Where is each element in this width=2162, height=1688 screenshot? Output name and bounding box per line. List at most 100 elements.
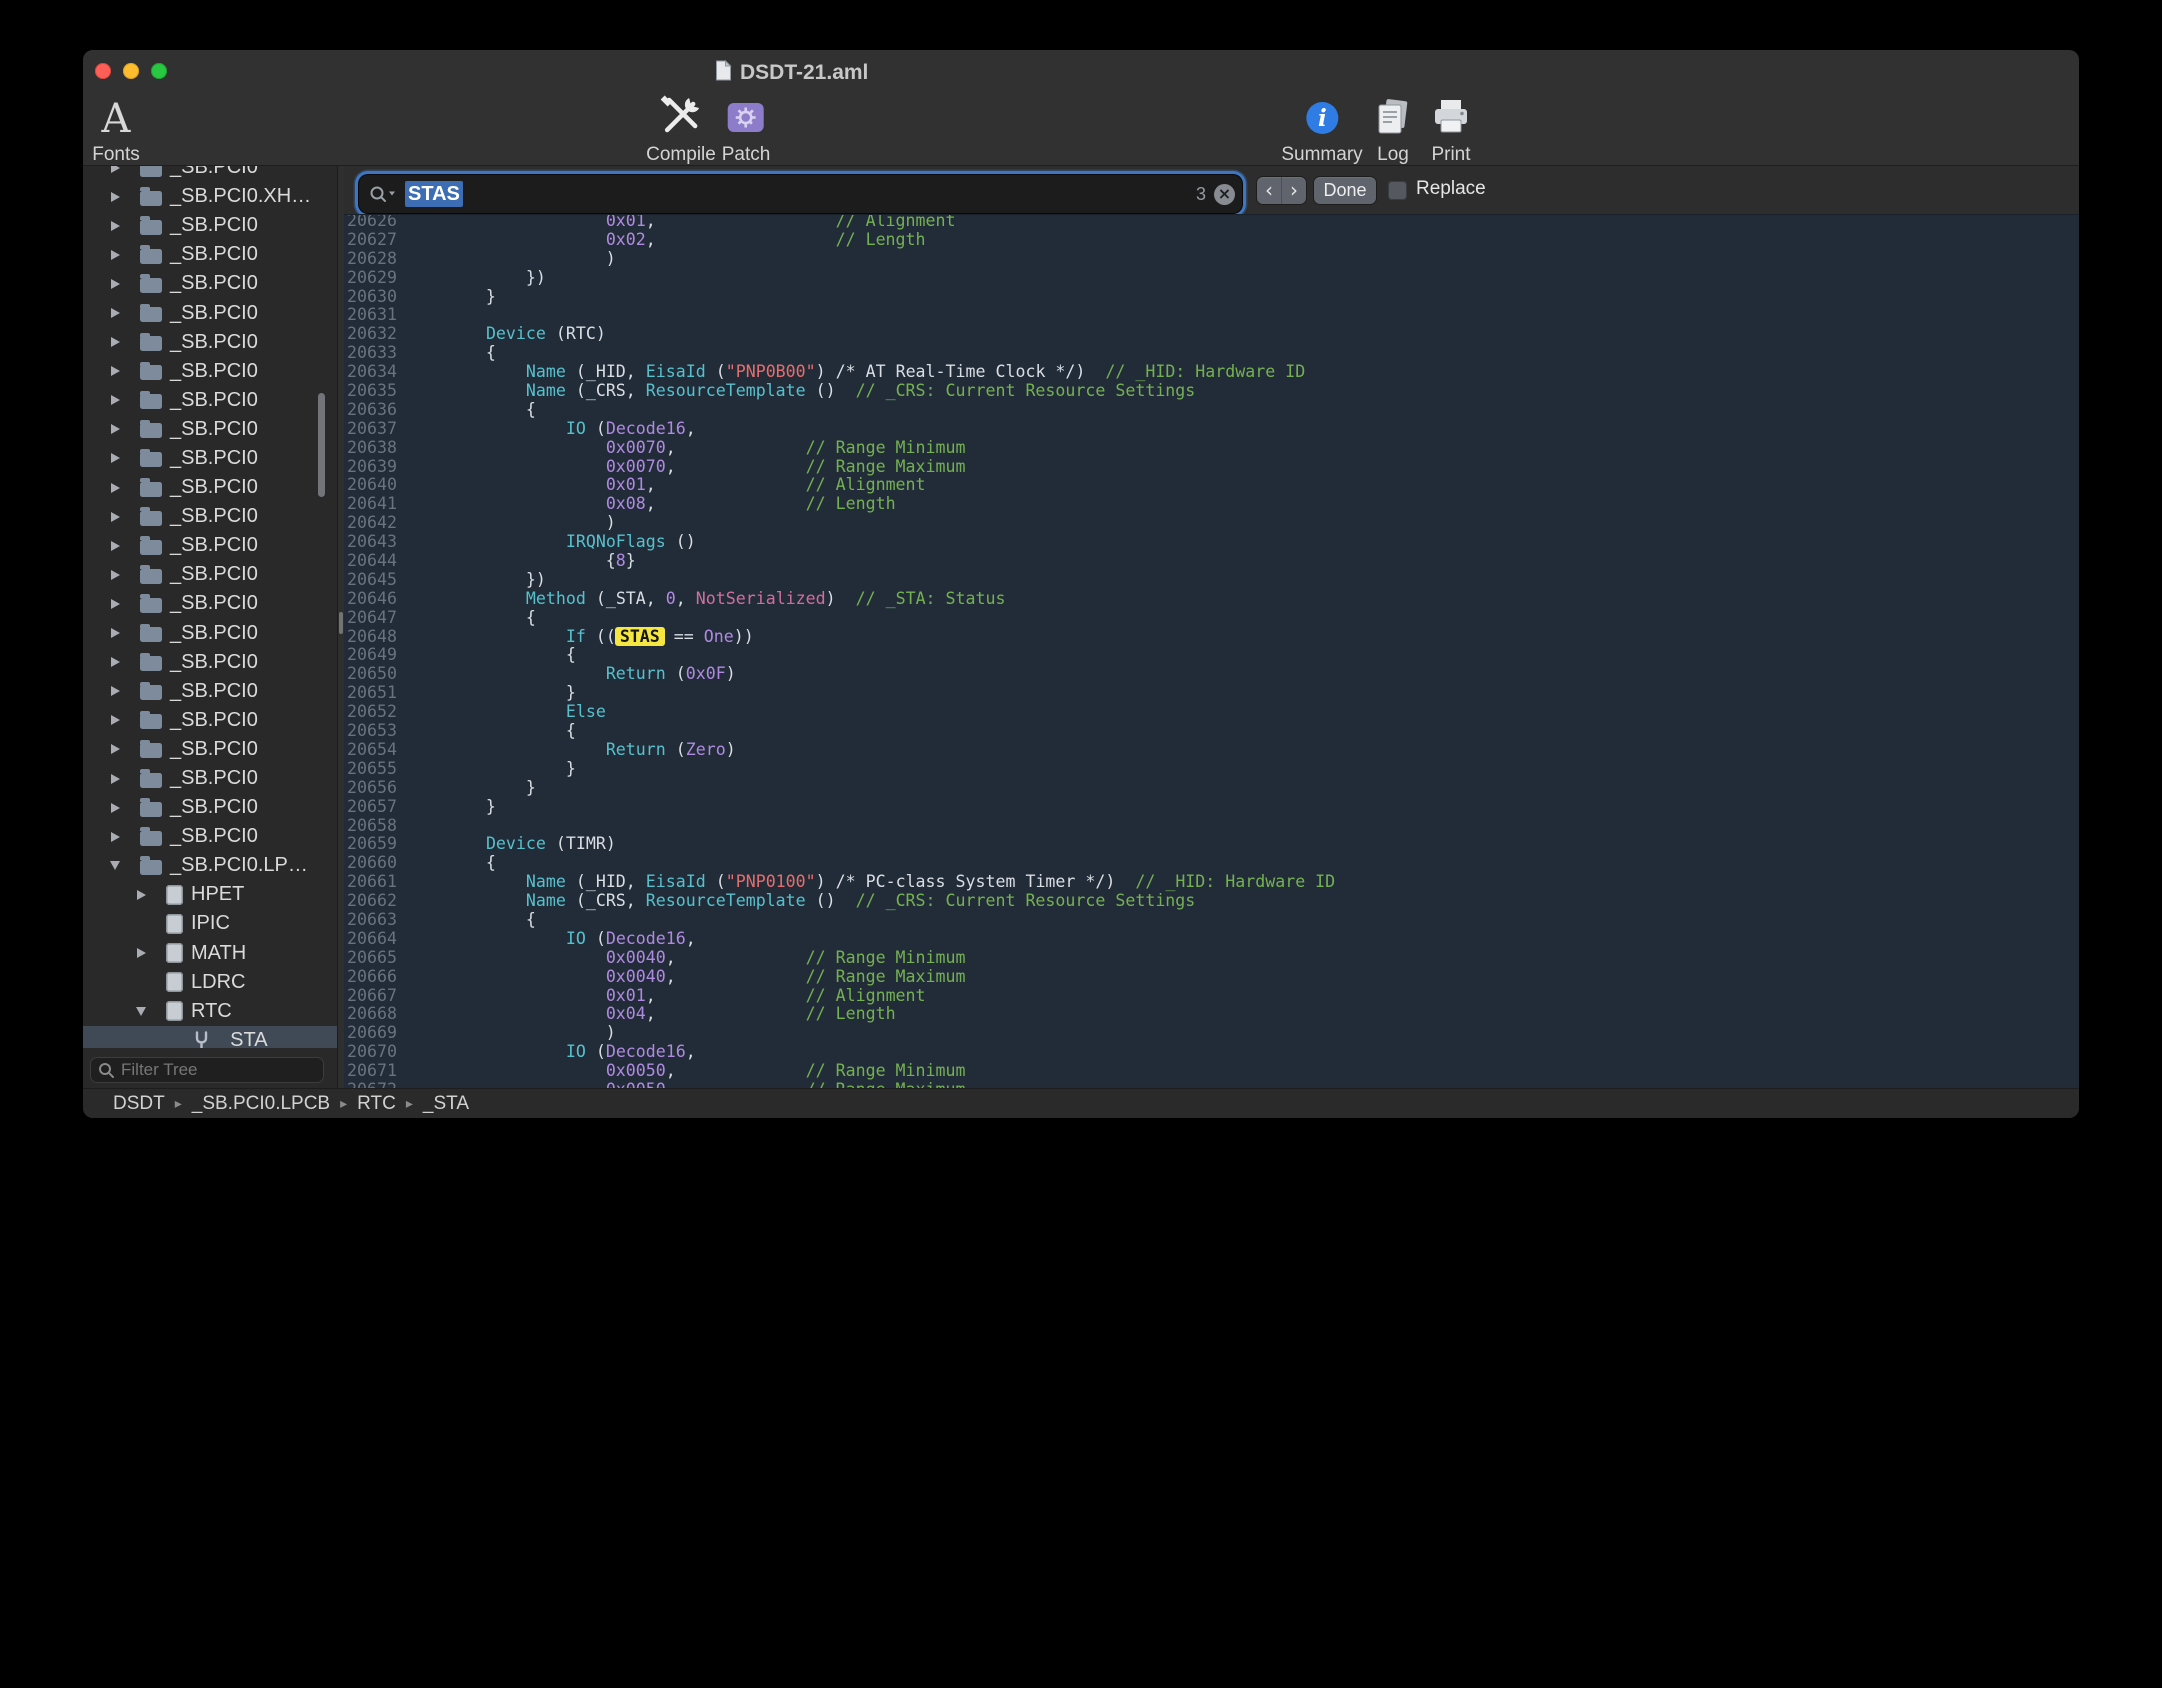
search-match-highlight: STAS [615,627,665,646]
disclosure-triangle[interactable] [131,948,151,958]
disclosure-triangle[interactable] [105,192,125,202]
tree-item[interactable]: _SB.PCI0.LP… [83,851,337,880]
disclosure-triangle[interactable] [105,221,125,231]
tree-item[interactable]: _SB.PCI0 [83,793,337,822]
close-button[interactable] [95,63,111,79]
splitter-handle[interactable] [339,612,343,634]
filter-tree-input[interactable] [121,1060,316,1080]
tree-item[interactable]: _SB.PCI0 [83,531,337,560]
tree-item[interactable]: _SB.PCI0.XH… [83,182,337,211]
tree-item[interactable]: RTC [83,997,337,1026]
find-next-button[interactable]: › [1281,177,1306,204]
tree-item-label: _SB.PCI0 [170,418,258,441]
tree-item[interactable]: _SB.PCI0 [83,677,337,706]
disclosure-triangle[interactable] [105,366,125,376]
done-button[interactable]: Done [1314,177,1376,204]
folder-icon [140,653,162,671]
document-icon [715,60,732,86]
disclosure-triangle[interactable] [105,424,125,434]
tree-item[interactable]: _SB.PCI0 [83,619,337,648]
disclosure-triangle[interactable] [105,861,125,870]
toolbar-button-summary[interactable]: i Summary [1281,95,1362,166]
code-editor[interactable]: 20626 0x01, // Alignment20627 0x02, // L… [344,214,2079,1088]
disclosure-triangle[interactable] [131,890,151,900]
tree-item[interactable]: _SB.PCI0 [83,473,337,502]
toolbar-button-patch[interactable]: Patch [722,95,771,166]
sidebar-scrollbar[interactable] [318,393,325,497]
disclosure-triangle[interactable] [105,657,125,667]
tree-item[interactable]: _SB.PCI0 [83,415,337,444]
disclosure-triangle[interactable] [105,483,125,493]
fonts-icon: A [102,97,131,141]
minimize-button[interactable] [123,63,139,79]
tree-item[interactable]: _SB.PCI0 [83,240,337,269]
breadcrumb-item[interactable]: _SB.PCI0.LPCB [192,1093,330,1115]
disclosure-triangle[interactable] [105,832,125,842]
disclosure-triangle[interactable] [105,744,125,754]
search-field[interactable]: STAS 3 × [359,175,1242,213]
disclosure-triangle[interactable] [105,541,125,551]
toolbar-button-fonts[interactable]: A Fonts [92,95,140,166]
replace-checkbox[interactable] [1388,181,1407,200]
tree-item[interactable]: _SB.PCI0 [83,502,337,531]
method-icon [192,1030,211,1048]
tree-item[interactable]: _SB.PCI0 [83,166,337,182]
tree-item[interactable]: _SB.PCI0 [83,269,337,298]
disclosure-triangle[interactable] [105,803,125,813]
line-number: 20649 [344,646,406,665]
tree-item[interactable]: _SB.PCI0 [83,764,337,793]
tree-item[interactable]: _SB.PCI0 [83,822,337,851]
disclosure-triangle[interactable] [105,166,125,173]
breadcrumb-item[interactable]: _STA [423,1093,469,1115]
toolbar-button-compile[interactable]: Compile [646,95,716,166]
search-menu-icon[interactable] [369,185,396,203]
breadcrumb-item[interactable]: DSDT [113,1093,165,1115]
tree-item[interactable]: _SB.PCI0 [83,357,337,386]
tree-item[interactable]: _SB.PCI0 [83,560,337,589]
disclosure-triangle[interactable] [105,395,125,405]
toolbar-button-log[interactable]: Log [1373,95,1413,166]
tree-item[interactable]: _SB.PCI0 [83,298,337,327]
tree-item[interactable]: MATH [83,939,337,968]
disclosure-triangle[interactable] [105,628,125,638]
disclosure-triangle[interactable] [105,512,125,522]
tree-item[interactable]: _SB.PCI0 [83,589,337,618]
search-input[interactable]: STAS [405,181,463,207]
disclosure-triangle[interactable] [105,686,125,696]
titlebar[interactable]: DSDT-21.aml [83,50,2079,94]
line-number: 20629 [344,269,406,288]
sidebar-tree-scroll[interactable]: _SB.PCI0_SB.PCI0.XH…_SB.PCI0_SB.PCI0_SB.… [83,166,337,1048]
tree-item[interactable]: _SB.PCI0 [83,444,337,473]
disclosure-triangle[interactable] [105,774,125,784]
line-number: 20662 [344,892,406,911]
tree-item[interactable]: HPET [83,880,337,909]
line-number: 20632 [344,325,406,344]
toolbar-button-print[interactable]: Print [1431,95,1471,166]
disclosure-triangle[interactable] [105,279,125,289]
breadcrumb-item[interactable]: RTC [357,1093,396,1115]
disclosure-triangle[interactable] [105,715,125,725]
tree-item[interactable]: IPIC [83,909,337,938]
zoom-button[interactable] [151,63,167,79]
tree-item[interactable]: _SB.PCI0 [83,735,337,764]
tree-item[interactable]: _SB.PCI0 [83,211,337,240]
tree-item[interactable]: _SB.PCI0 [83,706,337,735]
disclosure-triangle[interactable] [105,453,125,463]
disclosure-triangle[interactable] [105,570,125,580]
tree-item[interactable]: _SB.PCI0 [83,648,337,677]
line-number: 20639 [344,458,406,477]
search-query-text: STAS [405,183,463,206]
disclosure-triangle[interactable] [105,250,125,260]
clear-search-button[interactable]: × [1214,184,1235,205]
disclosure-triangle[interactable] [105,337,125,347]
tree-item[interactable]: _SB.PCI0 [83,328,337,357]
code-line: 20646 Method (_STA, 0, NotSerialized) //… [344,590,2079,609]
disclosure-triangle[interactable] [105,308,125,318]
find-previous-button[interactable]: ‹ [1257,177,1281,204]
code-line: 20638 0x0070, // Range Minimum [344,439,2079,458]
disclosure-triangle[interactable] [131,1007,151,1016]
tree-item[interactable]: _SB.PCI0 [83,386,337,415]
tree-item[interactable]: _STA [83,1026,337,1048]
disclosure-triangle[interactable] [105,599,125,609]
tree-item[interactable]: LDRC [83,968,337,997]
